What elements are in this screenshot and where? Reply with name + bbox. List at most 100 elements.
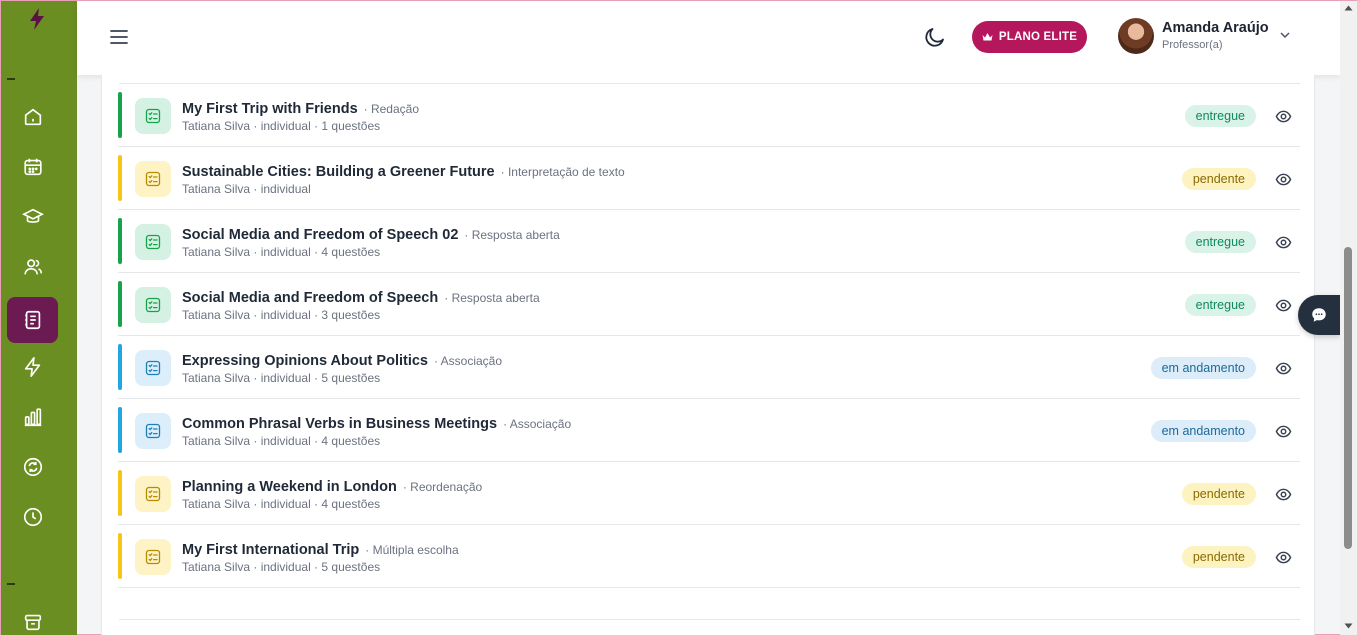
activity-title-line: Social Media and Freedom of Speech · Resp… [182,287,540,306]
sidebar-item-home[interactable] [7,94,58,140]
status-badge: em andamento [1150,420,1256,442]
sidebar-item-lightning[interactable] [7,344,58,390]
status-bar [118,218,122,264]
eye-icon[interactable] [1275,171,1292,188]
top-header: PLANO ELITE Amanda Araújo Professor(a) [77,1,1340,75]
status-bar [118,281,122,327]
activity-row[interactable]: My First Trip with Friends · Redação Tati… [118,84,1300,147]
chat-button[interactable] [1298,295,1340,335]
checklist-icon [145,423,161,439]
eye-icon[interactable] [1275,297,1292,314]
chat-icon [1312,308,1326,322]
activity-meta: Tatiana Silva · individual · 5 questões [182,371,381,385]
activity-icon-box [135,98,171,134]
checklist-icon [145,171,161,187]
status-bar [118,344,122,390]
activity-type: · Múltipla escolha [365,543,459,557]
checklist-icon [145,234,161,250]
activity-title-line: Planning a Weekend in London · Reordenaçã… [182,476,482,495]
eye-icon[interactable] [1275,360,1292,377]
activity-row[interactable]: Common Phrasal Verbs in Business Meeting… [118,399,1300,462]
activity-row[interactable]: Expressing Opinions About Politics · Asso… [118,336,1300,399]
eye-icon[interactable] [1275,423,1292,440]
eye-icon[interactable] [1275,108,1292,125]
sidebar-item-calendar[interactable] [7,144,58,190]
scroll-up-icon[interactable] [1344,5,1353,11]
scroll-thumb[interactable] [1344,247,1352,549]
activity-title[interactable]: My First Trip with Friends [182,101,358,117]
activity-icon-box [135,539,171,575]
activity-meta: Tatiana Silva · individual [182,182,311,196]
eye-icon[interactable] [1275,234,1292,251]
status-bar [118,155,122,201]
sidebar-item-reports[interactable] [7,394,58,440]
activity-meta: Tatiana Silva · individual · 4 questões [182,497,381,511]
graduation-cap-icon [21,208,44,223]
activity-title-line: Expressing Opinions About Politics · Asso… [182,350,502,369]
status-badge: pendente [1181,168,1256,190]
activity-type: · Resposta aberta [464,228,560,242]
checklist-icon [145,549,161,565]
sidebar-item-courses[interactable] [7,194,58,240]
plano-elite-button[interactable]: PLANO ELITE [972,21,1087,53]
activity-title[interactable]: Social Media and Freedom of Speech 02 [182,227,458,243]
activity-icon-box [135,413,171,449]
activity-type: · Resposta aberta [444,291,540,305]
activity-type: · Reordenação [402,480,483,494]
sidebar-item-store[interactable] [7,599,58,635]
moon-icon[interactable] [923,25,947,49]
status-bar [118,470,122,516]
activity-title-line: Common Phrasal Verbs in Business Meeting… [182,413,571,432]
avatar[interactable] [1118,18,1154,54]
sidebar-item-activities[interactable] [7,297,58,343]
status-badge: pendente [1181,483,1256,505]
activity-row[interactable]: Sustainable Cities: Building a Greener F… [118,147,1300,210]
activity-title-line: Social Media and Freedom of Speech 02 · R… [182,224,560,243]
activity-type: · Redação [363,102,420,116]
checklist-icon [145,360,161,376]
activity-meta: Tatiana Silva · individual · 5 questões [182,560,381,574]
activity-type: · Interpretação de texto [500,165,625,179]
activity-title[interactable]: My First International Trip [182,542,359,558]
sidebar-divider [7,583,15,585]
status-bar [118,407,122,453]
box-icon [24,614,41,631]
lightning-icon [24,357,40,377]
activity-title[interactable]: Planning a Weekend in London [182,479,397,495]
plano-elite-label: PLANO ELITE [998,31,1078,43]
activity-icon-box [135,287,171,323]
activity-row[interactable]: Social Media and Freedom of Speech · Resp… [118,273,1300,336]
scrollbar[interactable] [1340,1,1357,635]
sidebar-item-students[interactable] [7,244,58,290]
status-bar [118,92,122,138]
activity-title[interactable]: Sustainable Cities: Building a Greener F… [182,164,495,180]
activity-meta: Tatiana Silva · individual · 4 questões [182,434,381,448]
menu-icon[interactable] [109,27,129,47]
activity-row[interactable]: Planning a Weekend in London · Reordenaçã… [118,462,1300,525]
status-badge: entregue [1184,105,1256,127]
activity-meta: Tatiana Silva · individual · 1 questões [182,119,381,133]
activity-row[interactable]: Social Media and Freedom of Speech 02 · R… [118,210,1300,273]
divider [119,619,1300,620]
eye-icon[interactable] [1275,549,1292,566]
activity-title[interactable]: Common Phrasal Verbs in Business Meeting… [182,416,497,432]
lightning-logo-icon[interactable] [27,7,47,31]
activity-title[interactable]: Expressing Opinions About Politics [182,353,428,369]
activity-icon-box [135,161,171,197]
activity-meta: Tatiana Silva · individual · 4 questões [182,245,381,259]
activity-title-line: Sustainable Cities: Building a Greener F… [182,161,625,180]
checklist-icon [145,486,161,502]
activity-title[interactable]: Social Media and Freedom of Speech [182,290,438,306]
eye-icon[interactable] [1275,486,1292,503]
user-name: Amanda Araújo [1162,20,1269,36]
home-icon [24,108,41,126]
status-badge: entregue [1184,294,1256,316]
activity-type: · Associação [434,354,503,368]
scroll-down-icon[interactable] [1344,623,1353,629]
activity-row[interactable]: My First International Trip · Múltipla es… [118,525,1300,588]
chevron-down-icon[interactable] [1279,29,1291,41]
sidebar-item-sync[interactable] [7,444,58,490]
sidebar-item-history[interactable] [7,494,58,540]
crown-icon [982,33,993,41]
activity-icon-box [135,476,171,512]
